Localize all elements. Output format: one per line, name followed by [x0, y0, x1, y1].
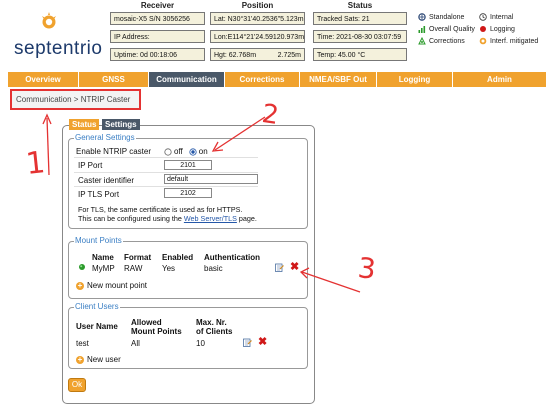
- annotation-arrow-2: [214, 116, 266, 151]
- annotation-arrow-1: [46, 117, 50, 176]
- annotation-label-1: 1: [24, 145, 47, 182]
- annotation-arrow-3: [301, 271, 361, 293]
- annotation-overlay: [42, 113, 361, 293]
- annotation-label-3: 3: [356, 251, 378, 286]
- annotation-arrowhead-2: [211, 141, 224, 152]
